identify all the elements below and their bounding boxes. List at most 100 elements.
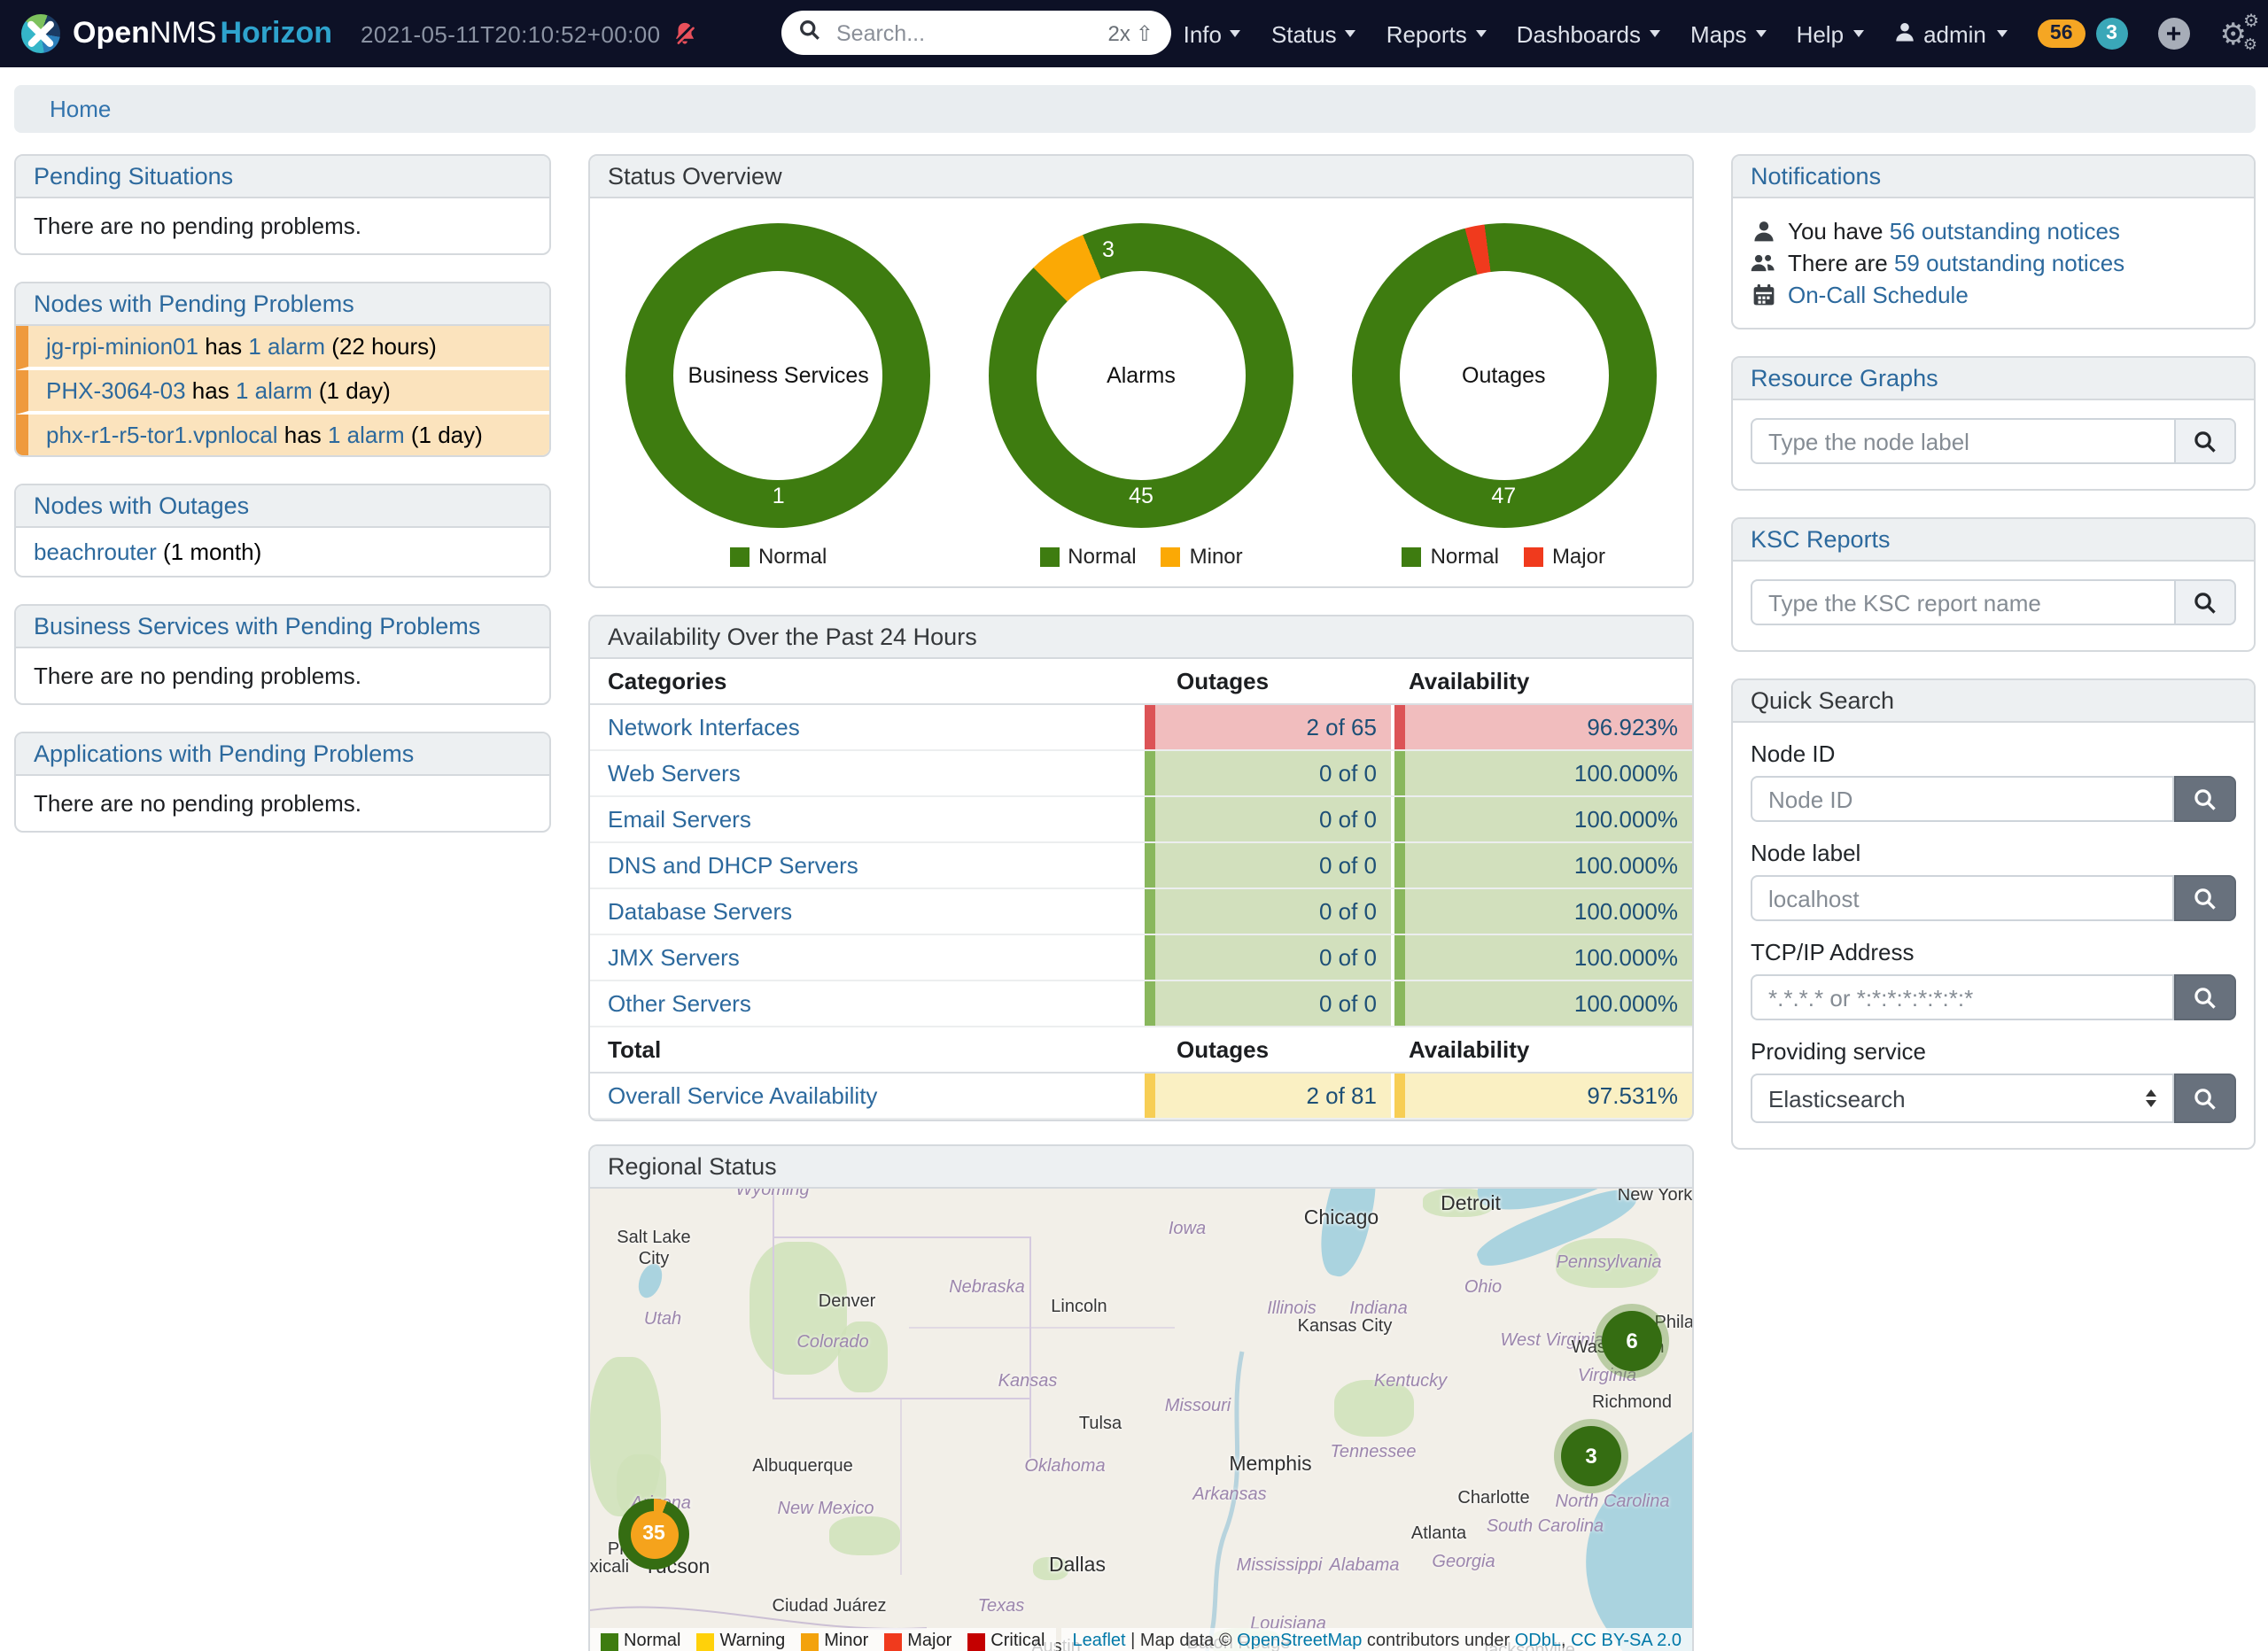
providing-service-search-button[interactable] bbox=[2174, 1074, 2236, 1123]
availability-cell: 97.531% bbox=[1394, 1074, 1692, 1118]
notifications-title[interactable]: Notifications bbox=[1751, 163, 1881, 190]
node-link[interactable]: phx-r1-r5-tor1.vpnlocal bbox=[46, 422, 278, 448]
nav-menu-item[interactable]: Reports bbox=[1386, 20, 1487, 47]
alarm-link[interactable]: 1 alarm bbox=[236, 377, 313, 404]
status-overview-title: Status Overview bbox=[608, 163, 782, 190]
node-id-search-button[interactable] bbox=[2174, 776, 2236, 822]
category-link[interactable]: Web Servers bbox=[608, 760, 741, 787]
business-services-panel: Business Services with Pending Problems … bbox=[14, 604, 551, 705]
node-id-input[interactable] bbox=[1751, 776, 2174, 822]
notifications-off-bell-slash-icon[interactable] bbox=[671, 20, 697, 47]
ksc-report-name-input[interactable] bbox=[1751, 579, 2176, 625]
status-overview-panel: Status Overview Business Services 1 Norm… bbox=[588, 154, 1694, 588]
global-search-bar[interactable]: 2x⇧ bbox=[781, 11, 1171, 55]
availability-row: Overall Service Availability 2 of 81 97.… bbox=[590, 1074, 1692, 1120]
alarm-link[interactable]: 1 alarm bbox=[328, 422, 405, 448]
attribution-text: Leaflet bbox=[1073, 1632, 1126, 1651]
all-notices-link[interactable]: 59 outstanding notices bbox=[1894, 250, 2124, 276]
node-label-search-button[interactable] bbox=[2174, 875, 2236, 921]
providing-service-select[interactable]: Elasticsearch bbox=[1751, 1074, 2174, 1123]
resource-graphs-node-input[interactable] bbox=[1751, 418, 2176, 464]
server-timestamp: 2021-05-11T20:10:52+00:00 bbox=[361, 20, 660, 47]
map-cluster-marker[interactable]: 35 bbox=[618, 1499, 689, 1570]
availability-row: Database Servers 0 of 0 100.000% bbox=[590, 889, 1692, 935]
nodes-with-outages-panel: Nodes with Outages beachrouter (1 month) bbox=[14, 484, 551, 577]
category-link[interactable]: Network Interfaces bbox=[608, 714, 800, 740]
availability-cell: 100.000% bbox=[1394, 935, 1692, 980]
map-cluster-marker[interactable]: 3 bbox=[1561, 1426, 1621, 1486]
notifications-panel: Notifications You have 56 outstanding no… bbox=[1731, 154, 2256, 329]
legend-item: Normal bbox=[1039, 544, 1136, 569]
attribution-text: contributors under bbox=[1362, 1632, 1514, 1651]
outages-donut-chart[interactable]: Outages 47 bbox=[1351, 223, 1656, 528]
category-link[interactable]: JMX Servers bbox=[608, 944, 740, 971]
regional-status-map[interactable]: WyomingSalt Lake CityUtahDenverColoradoN… bbox=[590, 1189, 1692, 1651]
tcpip-address-input[interactable] bbox=[1751, 974, 2174, 1020]
nodes-with-outages-title[interactable]: Nodes with Outages bbox=[34, 492, 249, 519]
donut-label: Business Services bbox=[626, 363, 931, 388]
node-link[interactable]: jg-rpi-minion01 bbox=[46, 333, 198, 360]
donut-count: 1 bbox=[626, 484, 931, 508]
user-icon bbox=[1751, 220, 1775, 243]
nav-menu-item[interactable]: Info bbox=[1184, 20, 1241, 47]
tcpip-search-button[interactable] bbox=[2174, 974, 2236, 1020]
node-link[interactable]: beachrouter bbox=[34, 539, 157, 565]
brand[interactable]: OpenNMSHorizon bbox=[21, 14, 332, 53]
nav-menu-item[interactable]: Dashboards bbox=[1517, 20, 1660, 47]
availability-row: Web Servers 0 of 0 100.000% bbox=[590, 751, 1692, 797]
ksc-reports-search-button[interactable] bbox=[2176, 579, 2236, 625]
business-services-title[interactable]: Business Services with Pending Problems bbox=[34, 613, 480, 639]
donut-label: Alarms bbox=[989, 363, 1293, 388]
add-button[interactable]: + bbox=[2158, 18, 2190, 50]
legend-item: Normal bbox=[730, 544, 827, 569]
user-notices-link[interactable]: 56 outstanding notices bbox=[1890, 218, 2120, 244]
search-icon bbox=[799, 17, 820, 49]
outages-cell: 0 of 0 bbox=[1145, 751, 1391, 795]
availability-cell: 100.000% bbox=[1394, 889, 1692, 934]
notification-count-badge[interactable]: 56 bbox=[2038, 19, 2085, 48]
business-services-donut-chart[interactable]: Business Services 1 bbox=[626, 223, 931, 528]
outages-cell: 2 of 65 bbox=[1145, 705, 1391, 749]
nav-menu-item[interactable]: Status bbox=[1271, 20, 1356, 47]
attribution-text: CC BY-SA 2.0 bbox=[1571, 1632, 1682, 1651]
breadcrumb: Home bbox=[14, 85, 2256, 133]
category-link[interactable]: DNS and DHCP Servers bbox=[608, 852, 858, 879]
category-link[interactable]: Other Servers bbox=[608, 990, 751, 1017]
nav-menu-item[interactable]: Maps bbox=[1690, 20, 1767, 47]
search-input[interactable] bbox=[833, 19, 1096, 47]
outages-cell: 0 of 0 bbox=[1145, 889, 1391, 934]
node-label-input[interactable] bbox=[1751, 875, 2174, 921]
alarms-donut-chart[interactable]: Alarms 45 3 bbox=[989, 223, 1293, 528]
category-link[interactable]: Email Servers bbox=[608, 806, 751, 833]
availability-panel: Availability Over the Past 24 Hours Cate… bbox=[588, 615, 1694, 1121]
map-legend-item: Normal bbox=[601, 1632, 680, 1651]
category-link[interactable]: Overall Service Availability bbox=[608, 1082, 877, 1109]
pending-situations-panel: Pending Situations There are no pending … bbox=[14, 154, 551, 255]
user-menu[interactable]: admin bbox=[1893, 20, 2008, 47]
ksc-reports-title[interactable]: KSC Reports bbox=[1751, 526, 1891, 553]
resource-graphs-search-button[interactable] bbox=[2176, 418, 2236, 464]
breadcrumb-home-link[interactable]: Home bbox=[50, 96, 111, 122]
admin-gears-icon[interactable]: ⚙⚙⚙ bbox=[2220, 19, 2248, 49]
map-severity-legend: NormalWarningMinorMajorCritical bbox=[590, 1628, 1055, 1651]
resource-graphs-title[interactable]: Resource Graphs bbox=[1751, 365, 1938, 391]
on-call-schedule-link[interactable]: On-Call Schedule bbox=[1788, 282, 1969, 308]
node-id-label: Node ID bbox=[1751, 740, 2236, 767]
nodes-pending-problems-title[interactable]: Nodes with Pending Problems bbox=[34, 291, 354, 317]
applications-title[interactable]: Applications with Pending Problems bbox=[34, 740, 414, 767]
pending-situations-empty: There are no pending problems. bbox=[16, 198, 549, 253]
node-link[interactable]: PHX-3064-03 bbox=[46, 377, 186, 404]
user-icon bbox=[1893, 20, 1915, 47]
availability-table-header: Categories Outages Availability bbox=[590, 659, 1692, 705]
attribution-text: | Map data © bbox=[1126, 1632, 1238, 1651]
pending-situations-title[interactable]: Pending Situations bbox=[34, 163, 233, 190]
nav-menu-item[interactable]: Help bbox=[1797, 20, 1864, 47]
shift-icon: ⇧ bbox=[1136, 20, 1153, 45]
notification-count-badge[interactable]: 3 bbox=[2096, 18, 2128, 50]
select-arrows-icon bbox=[2146, 1089, 2156, 1107]
availability-title: Availability Over the Past 24 Hours bbox=[608, 624, 977, 650]
attribution-text: OpenStreetMap bbox=[1237, 1632, 1362, 1651]
alarm-link[interactable]: 1 alarm bbox=[248, 333, 325, 360]
category-link[interactable]: Database Servers bbox=[608, 898, 792, 925]
map-cluster-marker[interactable]: 6 bbox=[1602, 1311, 1662, 1371]
